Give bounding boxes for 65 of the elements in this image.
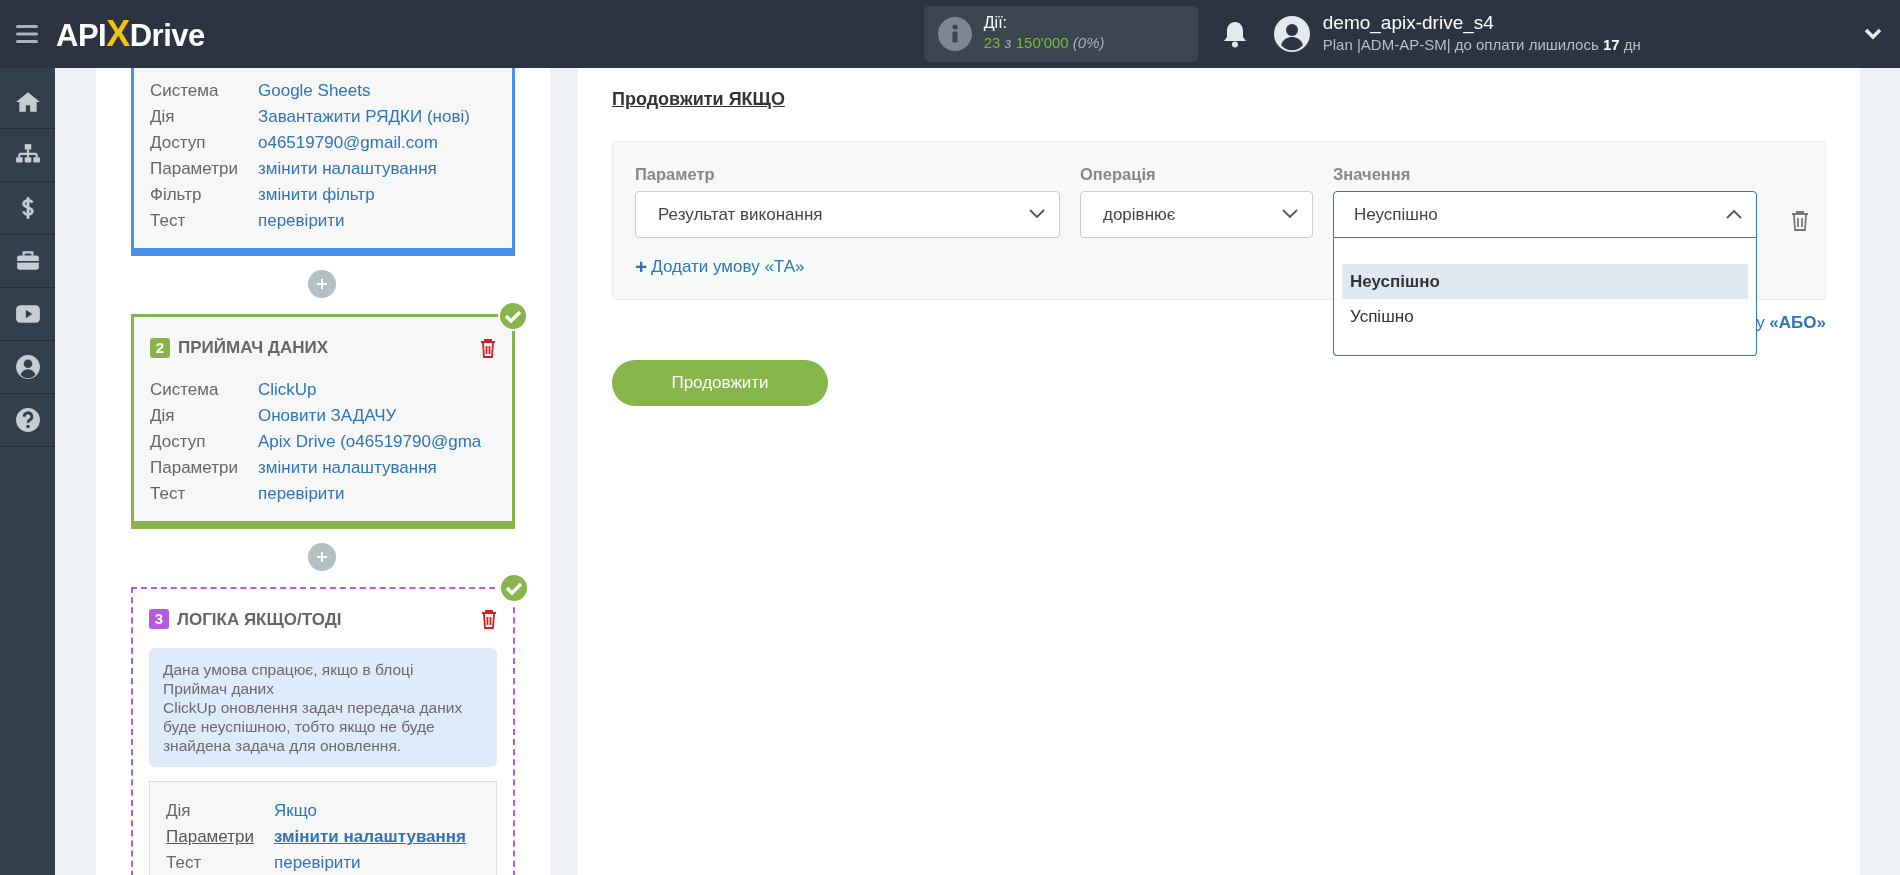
block-number: 2 — [150, 337, 170, 358]
dropdown-option[interactable]: Успішно — [1342, 299, 1748, 335]
row-link[interactable]: змінити налаштування — [274, 824, 467, 850]
row-link[interactable]: Завантажити РЯДКИ (нові) — [258, 104, 470, 130]
row-label: Доступ — [150, 132, 207, 154]
field-label: Значення — [1333, 164, 1412, 185]
row-label: Параметри — [166, 826, 255, 848]
trash-icon[interactable] — [481, 609, 497, 630]
field-label: Операція — [1080, 164, 1157, 185]
bell-icon[interactable] — [1221, 20, 1248, 48]
row-link[interactable]: змінити фільтр — [258, 182, 375, 208]
trash-icon[interactable] — [480, 337, 496, 358]
row-link[interactable]: Оновити ЗАДАЧУ — [258, 402, 397, 429]
info-note: Дана умова спрацює, якщо в блоці Приймач даних ClickUp оновлення задач передача даних буде неуспішною, тобто якщо не буде знайдена задача для оновлення. — [149, 648, 497, 767]
row-label: Дія — [150, 404, 176, 427]
parameter-select[interactable]: Результат виконання — [635, 190, 1060, 238]
operation-select[interactable]: дорівнює — [1080, 190, 1313, 238]
row-label: Дія — [166, 800, 192, 822]
row-label: Тест — [150, 210, 187, 232]
user-icon[interactable] — [14, 354, 41, 380]
avatar-icon — [1273, 16, 1310, 52]
row-link[interactable]: перевірити — [258, 480, 345, 507]
logo[interactable]: APIXDrive — [56, 16, 205, 52]
row-link[interactable]: перевірити — [258, 208, 345, 234]
row-label: Тест — [150, 482, 187, 505]
row-label: Доступ — [150, 430, 207, 453]
chevron-down-icon — [1029, 209, 1045, 220]
row-label: Система — [150, 378, 220, 401]
row-label: Тест — [166, 852, 203, 874]
row-label: Параметри — [150, 456, 239, 479]
chevron-up-icon — [1726, 209, 1742, 220]
value-select[interactable]: Неуспішно — [1333, 190, 1757, 238]
dropdown-option[interactable]: Неуспішно — [1342, 263, 1748, 300]
plus-icon — [315, 278, 328, 290]
row-link[interactable]: перевірити — [274, 850, 361, 875]
trash-icon[interactable] — [1791, 210, 1809, 232]
row-link[interactable]: o46519790@gmail.com — [258, 130, 438, 156]
row-link[interactable]: змінити налаштування — [258, 156, 437, 182]
continue-button[interactable]: Продовжити — [612, 359, 828, 406]
row-link[interactable]: Apix Drive (o46519790@gma — [258, 428, 482, 455]
chevron-down-icon — [1282, 209, 1298, 220]
row-link[interactable]: Google Sheets — [258, 78, 371, 104]
row-label: Параметри — [150, 158, 239, 180]
info-icon — [937, 17, 972, 51]
plus-icon — [315, 550, 328, 563]
field-label: Параметр — [635, 164, 716, 185]
row-label: Дія — [150, 106, 176, 128]
row-label: Система — [150, 80, 220, 102]
block-number: 3 — [149, 609, 169, 630]
row-label: Фільтр — [150, 184, 203, 206]
block-title: ПРИЙМАЧ ДАНИХ — [178, 337, 329, 359]
actions-count: 23 з 150'000 (0%) — [983, 32, 1105, 53]
block-title: ЛОГІКА ЯКЩО/ТОДІ — [177, 608, 342, 631]
help-icon[interactable] — [14, 407, 41, 433]
section-title: Продовжити ЯКЩО — [612, 88, 785, 111]
actions-label: Дії: — [983, 13, 1009, 32]
row-link[interactable]: ClickUp — [258, 376, 317, 403]
add-or-group-link[interactable]: у «АБО» — [1756, 310, 1826, 336]
chevron-down-icon[interactable] — [1864, 28, 1882, 40]
menu-icon[interactable] — [16, 24, 40, 44]
row-link[interactable]: Якщо — [274, 798, 317, 824]
user-name: demo_apix-drive_s4 — [1322, 11, 1495, 34]
row-link[interactable]: змінити налаштування — [258, 454, 437, 481]
add-and-condition-link[interactable]: + Додати умову «ТА» — [635, 253, 805, 280]
plan-info: Plan |ADM-AP-SM| до оплати лишилось 17 дн — [1322, 34, 1641, 55]
